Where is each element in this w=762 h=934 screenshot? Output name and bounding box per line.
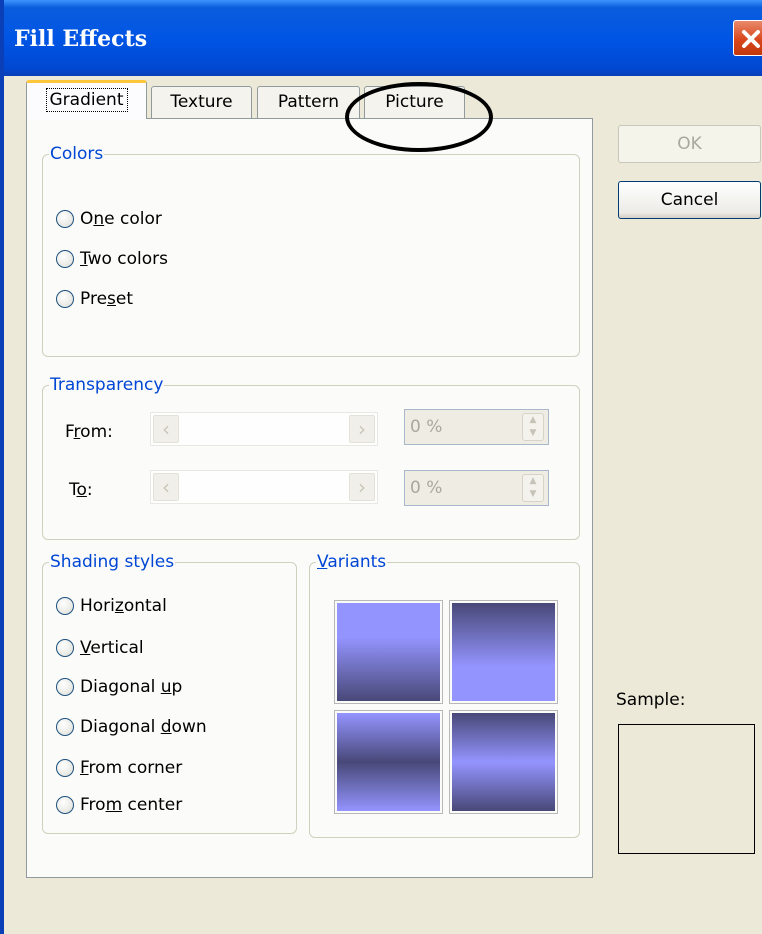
radio-one-color[interactable]: One color [56,207,162,231]
radio-circle[interactable] [56,796,74,814]
radio-horizontal[interactable]: Horizontal [56,594,167,618]
radio-from-corner-label: From corner [80,758,183,778]
slider-right-button[interactable]: › [349,415,375,443]
variants-group-label: Variants [316,552,388,572]
shading-styles-group-label: Shading styles [49,552,176,572]
radio-vertical[interactable]: Vertical [56,636,144,660]
spinner-arrows[interactable]: ▲ ▼ [522,413,544,441]
radio-one-color-label: One color [80,209,162,229]
slider-right-button[interactable]: › [349,473,375,501]
tab-texture-label: Texture [170,92,233,112]
title-bar[interactable]: Fill Effects [4,0,762,76]
transparency-group-label: Transparency [49,375,165,395]
radio-diagonal-up-label: Diagonal up [80,677,183,697]
close-button[interactable] [733,20,762,56]
tab-gradient-label: Gradient [45,88,128,112]
from-spinner[interactable]: 0 % ▲ ▼ [404,409,549,445]
variant-1[interactable] [334,600,443,704]
radio-from-center[interactable]: From center [56,793,182,817]
spinner-up-icon[interactable]: ▲ [523,414,543,427]
spinner-down-icon[interactable]: ▼ [523,488,543,501]
radio-two-colors[interactable]: Two colors [56,247,168,271]
variant-4[interactable] [449,710,558,814]
from-label: From: [65,422,113,442]
variant-3[interactable] [334,710,443,814]
spinner-down-icon[interactable]: ▼ [523,427,543,440]
from-value[interactable]: 0 % [410,417,442,437]
tab-texture[interactable]: Texture [151,86,252,119]
fill-effects-dialog: Fill Effects Gradient Texture Pattern Pi… [0,0,762,934]
radio-diagonal-down-label: Diagonal down [80,717,207,737]
spinner-arrows[interactable]: ▲ ▼ [522,474,544,502]
highlight-circle-annotation [345,82,493,152]
radio-circle[interactable] [56,718,74,736]
dialog-title: Fill Effects [14,26,148,52]
to-spinner[interactable]: 0 % ▲ ▼ [404,470,549,506]
radio-circle[interactable] [56,597,74,615]
radio-circle[interactable] [56,639,74,657]
tab-pattern-label: Pattern [277,92,340,112]
radio-preset[interactable]: Preset [56,287,133,311]
radio-two-colors-label: Two colors [80,249,169,269]
radio-from-center-label: From center [80,795,183,815]
radio-circle[interactable] [56,210,74,228]
radio-circle[interactable] [56,759,74,777]
radio-vertical-label: Vertical [80,638,144,658]
sample-label: Sample: [616,690,686,710]
tab-gradient[interactable]: Gradient [26,80,147,119]
radio-diagonal-up[interactable]: Diagonal up [56,675,182,699]
radio-circle[interactable] [56,250,74,268]
radio-horizontal-label: Horizontal [80,596,167,616]
slider-left-button[interactable]: ‹ [153,415,179,443]
radio-preset-label: Preset [80,289,134,309]
radio-diagonal-down[interactable]: Diagonal down [56,715,207,739]
sample-preview [618,724,755,854]
variant-2[interactable] [449,600,558,704]
radio-circle[interactable] [56,290,74,308]
colors-group-label: Colors [49,144,105,164]
close-icon [742,30,760,48]
slider-left-button[interactable]: ‹ [153,473,179,501]
radio-circle[interactable] [56,678,74,696]
to-slider[interactable]: ‹ › [150,470,378,504]
to-label: To: [69,480,93,500]
radio-from-corner[interactable]: From corner [56,756,182,780]
cancel-button[interactable]: Cancel [618,181,761,219]
from-slider[interactable]: ‹ › [150,412,378,446]
to-value[interactable]: 0 % [410,478,442,498]
spinner-up-icon[interactable]: ▲ [523,475,543,488]
ok-button[interactable]: OK [618,125,761,163]
